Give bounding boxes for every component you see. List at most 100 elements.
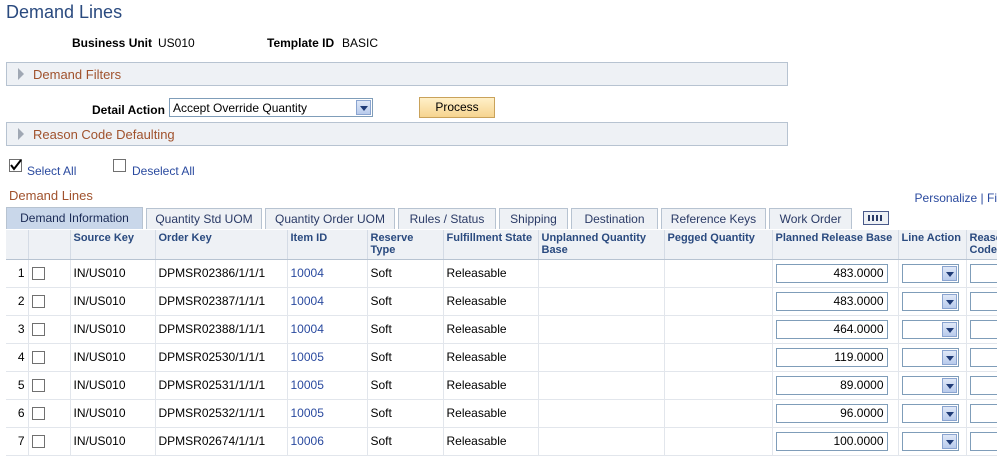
tab-demand-information[interactable]: Demand Information bbox=[6, 207, 143, 229]
line-action-select[interactable] bbox=[901, 319, 959, 339]
planned-release-cell: 89.0000 bbox=[772, 371, 899, 400]
item-id-link[interactable]: 10004 bbox=[287, 259, 368, 288]
reason-code-cell bbox=[966, 427, 997, 456]
unplanned-quantity-base-header[interactable]: Unplanned Quantity Base bbox=[538, 230, 665, 260]
reason-code-defaulting-label[interactable]: Reason Code Defaulting bbox=[33, 127, 175, 142]
table-row: 5 IN/US010 DPMSR02531/1/1/1 10005 Soft R… bbox=[6, 371, 997, 400]
demand-filters-label[interactable]: Demand Filters bbox=[33, 67, 121, 82]
row-checkbox[interactable] bbox=[31, 323, 45, 337]
chevron-down-icon[interactable] bbox=[941, 433, 957, 449]
tab-reference-keys[interactable]: Reference Keys bbox=[661, 208, 766, 229]
line-action-select[interactable] bbox=[901, 347, 959, 367]
chevron-down-icon[interactable] bbox=[941, 377, 957, 393]
row-checkbox[interactable] bbox=[31, 435, 45, 449]
unplanned-quantity-cell bbox=[538, 371, 665, 400]
item-id-link[interactable]: 10004 bbox=[287, 287, 368, 316]
reason-code-input[interactable] bbox=[969, 375, 997, 395]
empty-checkbox-icon[interactable] bbox=[113, 159, 126, 172]
line-action-select[interactable] bbox=[901, 291, 959, 311]
process-button[interactable]: Process bbox=[419, 97, 495, 118]
pegged-quantity-cell bbox=[664, 315, 773, 344]
order-key-header[interactable]: Order Key bbox=[155, 230, 288, 260]
tab-quantity-std-uom[interactable]: Quantity Std UOM bbox=[146, 208, 262, 229]
planned-release-base-header[interactable]: Planned Release Base bbox=[772, 230, 899, 260]
reason-code-cell bbox=[966, 259, 997, 288]
item-id-link[interactable]: 10005 bbox=[287, 371, 368, 400]
line-action-select[interactable] bbox=[901, 431, 959, 451]
unplanned-quantity-cell bbox=[538, 259, 665, 288]
planned-release-input[interactable]: 464.0000 bbox=[775, 319, 888, 339]
chevron-down-icon[interactable] bbox=[941, 293, 957, 309]
reason-code-input[interactable] bbox=[969, 319, 997, 339]
grid-tabs: Demand Information Quantity Std UOM Quan… bbox=[6, 207, 997, 230]
chevron-down-icon[interactable] bbox=[941, 349, 957, 365]
deselect-all-link[interactable]: Deselect All bbox=[132, 164, 195, 178]
personalize-link[interactable]: Personalize | Fi bbox=[915, 191, 997, 205]
chevron-down-icon[interactable] bbox=[941, 321, 957, 337]
reserve-type-header[interactable]: Reserve Type bbox=[367, 230, 444, 260]
item-id-link[interactable]: 10005 bbox=[287, 399, 368, 428]
unplanned-quantity-cell bbox=[538, 287, 665, 316]
line-action-select[interactable] bbox=[901, 403, 959, 423]
reserve-type-cell: Soft bbox=[367, 259, 444, 288]
expand-triangle-icon[interactable] bbox=[18, 128, 24, 140]
chevron-down-icon[interactable] bbox=[941, 265, 957, 281]
reason-code-cell bbox=[966, 343, 997, 372]
row-checkbox[interactable] bbox=[31, 267, 45, 281]
order-key-cell: DPMSR02387/1/1/1 bbox=[155, 287, 288, 316]
reason-code-input[interactable] bbox=[969, 347, 997, 367]
reason-code-header[interactable]: Reaso Code bbox=[966, 230, 997, 260]
line-action-cell bbox=[898, 259, 967, 288]
reason-code-cell bbox=[966, 399, 997, 428]
item-id-link[interactable]: 10005 bbox=[287, 343, 368, 372]
planned-release-input[interactable]: 483.0000 bbox=[775, 291, 888, 311]
chevron-down-icon[interactable] bbox=[356, 100, 371, 115]
expand-triangle-icon[interactable] bbox=[18, 68, 24, 80]
order-key-cell: DPMSR02530/1/1/1 bbox=[155, 343, 288, 372]
reason-code-input[interactable] bbox=[969, 403, 997, 423]
source-key-cell: IN/US010 bbox=[70, 371, 156, 400]
demand-filters-section[interactable]: Demand Filters bbox=[6, 62, 788, 86]
business-unit-label: Business Unit bbox=[72, 36, 153, 50]
row-checkbox[interactable] bbox=[31, 351, 45, 365]
row-checkbox[interactable] bbox=[31, 295, 45, 309]
reason-code-input[interactable] bbox=[969, 431, 997, 451]
show-all-columns-icon[interactable] bbox=[863, 211, 889, 225]
chevron-down-icon[interactable] bbox=[941, 405, 957, 421]
tab-shipping[interactable]: Shipping bbox=[499, 208, 568, 229]
item-id-link[interactable]: 10006 bbox=[287, 427, 368, 456]
line-action-select[interactable] bbox=[901, 263, 959, 283]
row-checkbox[interactable] bbox=[31, 407, 45, 421]
planned-release-input[interactable]: 96.0000 bbox=[775, 403, 888, 423]
tab-work-order[interactable]: Work Order bbox=[769, 208, 852, 229]
pegged-quantity-header[interactable]: Pegged Quantity bbox=[664, 230, 773, 260]
line-action-select[interactable] bbox=[901, 375, 959, 395]
order-key-cell: DPMSR02531/1/1/1 bbox=[155, 371, 288, 400]
planned-release-cell: 464.0000 bbox=[772, 315, 899, 344]
template-id-label: Template ID bbox=[267, 36, 335, 50]
planned-release-input[interactable]: 89.0000 bbox=[775, 375, 888, 395]
row-checkbox[interactable] bbox=[31, 379, 45, 393]
tab-rules-status[interactable]: Rules / Status bbox=[398, 208, 496, 229]
fulfillment-state-header[interactable]: Fulfillment State bbox=[443, 230, 539, 260]
reason-code-defaulting-section[interactable]: Reason Code Defaulting bbox=[6, 122, 788, 146]
planned-release-input[interactable]: 483.0000 bbox=[775, 263, 888, 283]
reason-code-input[interactable] bbox=[969, 263, 997, 283]
table-row: 3 IN/US010 DPMSR02388/1/1/1 10004 Soft R… bbox=[6, 315, 997, 344]
planned-release-input[interactable]: 100.0000 bbox=[775, 431, 888, 451]
reserve-type-cell: Soft bbox=[367, 371, 444, 400]
tab-quantity-order-uom[interactable]: Quantity Order UOM bbox=[265, 208, 395, 229]
reason-code-input[interactable] bbox=[969, 291, 997, 311]
select-all-link[interactable]: Select All bbox=[27, 164, 76, 178]
item-id-header[interactable]: Item ID bbox=[287, 230, 368, 260]
planned-release-input[interactable]: 119.0000 bbox=[775, 347, 888, 367]
item-id-link[interactable]: 10004 bbox=[287, 315, 368, 344]
checkmark-icon[interactable] bbox=[9, 159, 22, 172]
source-key-cell: IN/US010 bbox=[70, 343, 156, 372]
row-select-cell bbox=[28, 287, 71, 316]
detail-action-select[interactable]: Accept Override Quantity bbox=[169, 98, 373, 117]
line-action-header[interactable]: Line Action bbox=[898, 230, 967, 260]
source-key-header[interactable]: Source Key bbox=[70, 230, 156, 260]
order-key-cell: DPMSR02386/1/1/1 bbox=[155, 259, 288, 288]
tab-destination[interactable]: Destination bbox=[571, 208, 658, 229]
